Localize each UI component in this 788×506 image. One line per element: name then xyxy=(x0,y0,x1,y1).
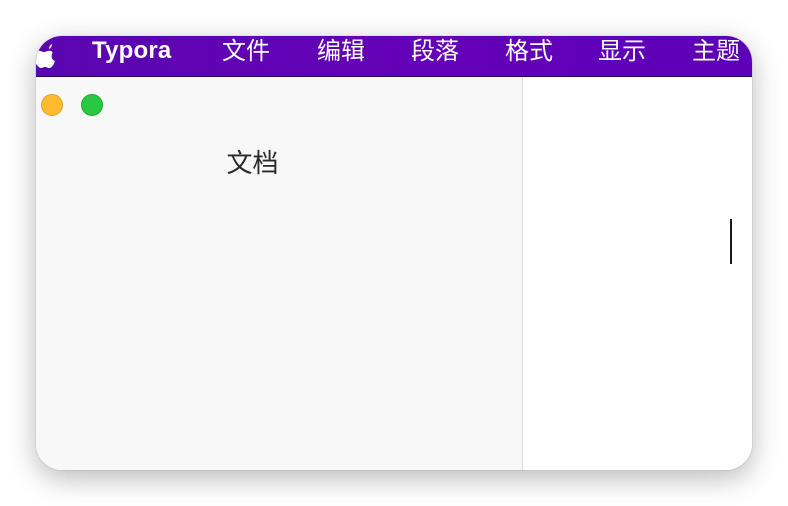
menu-app-name[interactable]: Typora xyxy=(92,36,171,77)
menu-themes[interactable]: 主题 xyxy=(692,36,740,77)
sidebar-title: 文档 xyxy=(226,149,279,179)
sidebar: 文档 xyxy=(36,77,523,470)
zoom-button[interactable] xyxy=(81,94,103,116)
app-window: Typora 文件 编辑 段落 格式 显示 主题 文档 xyxy=(36,36,752,470)
apple-icon[interactable] xyxy=(36,44,56,68)
text-cursor xyxy=(730,219,732,264)
menu-format[interactable]: 格式 xyxy=(505,36,553,77)
editor-pane[interactable] xyxy=(523,77,752,470)
menu-view[interactable]: 显示 xyxy=(598,36,646,77)
menu-edit[interactable]: 编辑 xyxy=(317,36,365,77)
minimize-button[interactable] xyxy=(41,94,63,116)
menu-paragraph[interactable]: 段落 xyxy=(411,36,459,77)
menu-file[interactable]: 文件 xyxy=(222,36,270,77)
menu-bar: Typora 文件 编辑 段落 格式 显示 主题 xyxy=(36,36,752,77)
